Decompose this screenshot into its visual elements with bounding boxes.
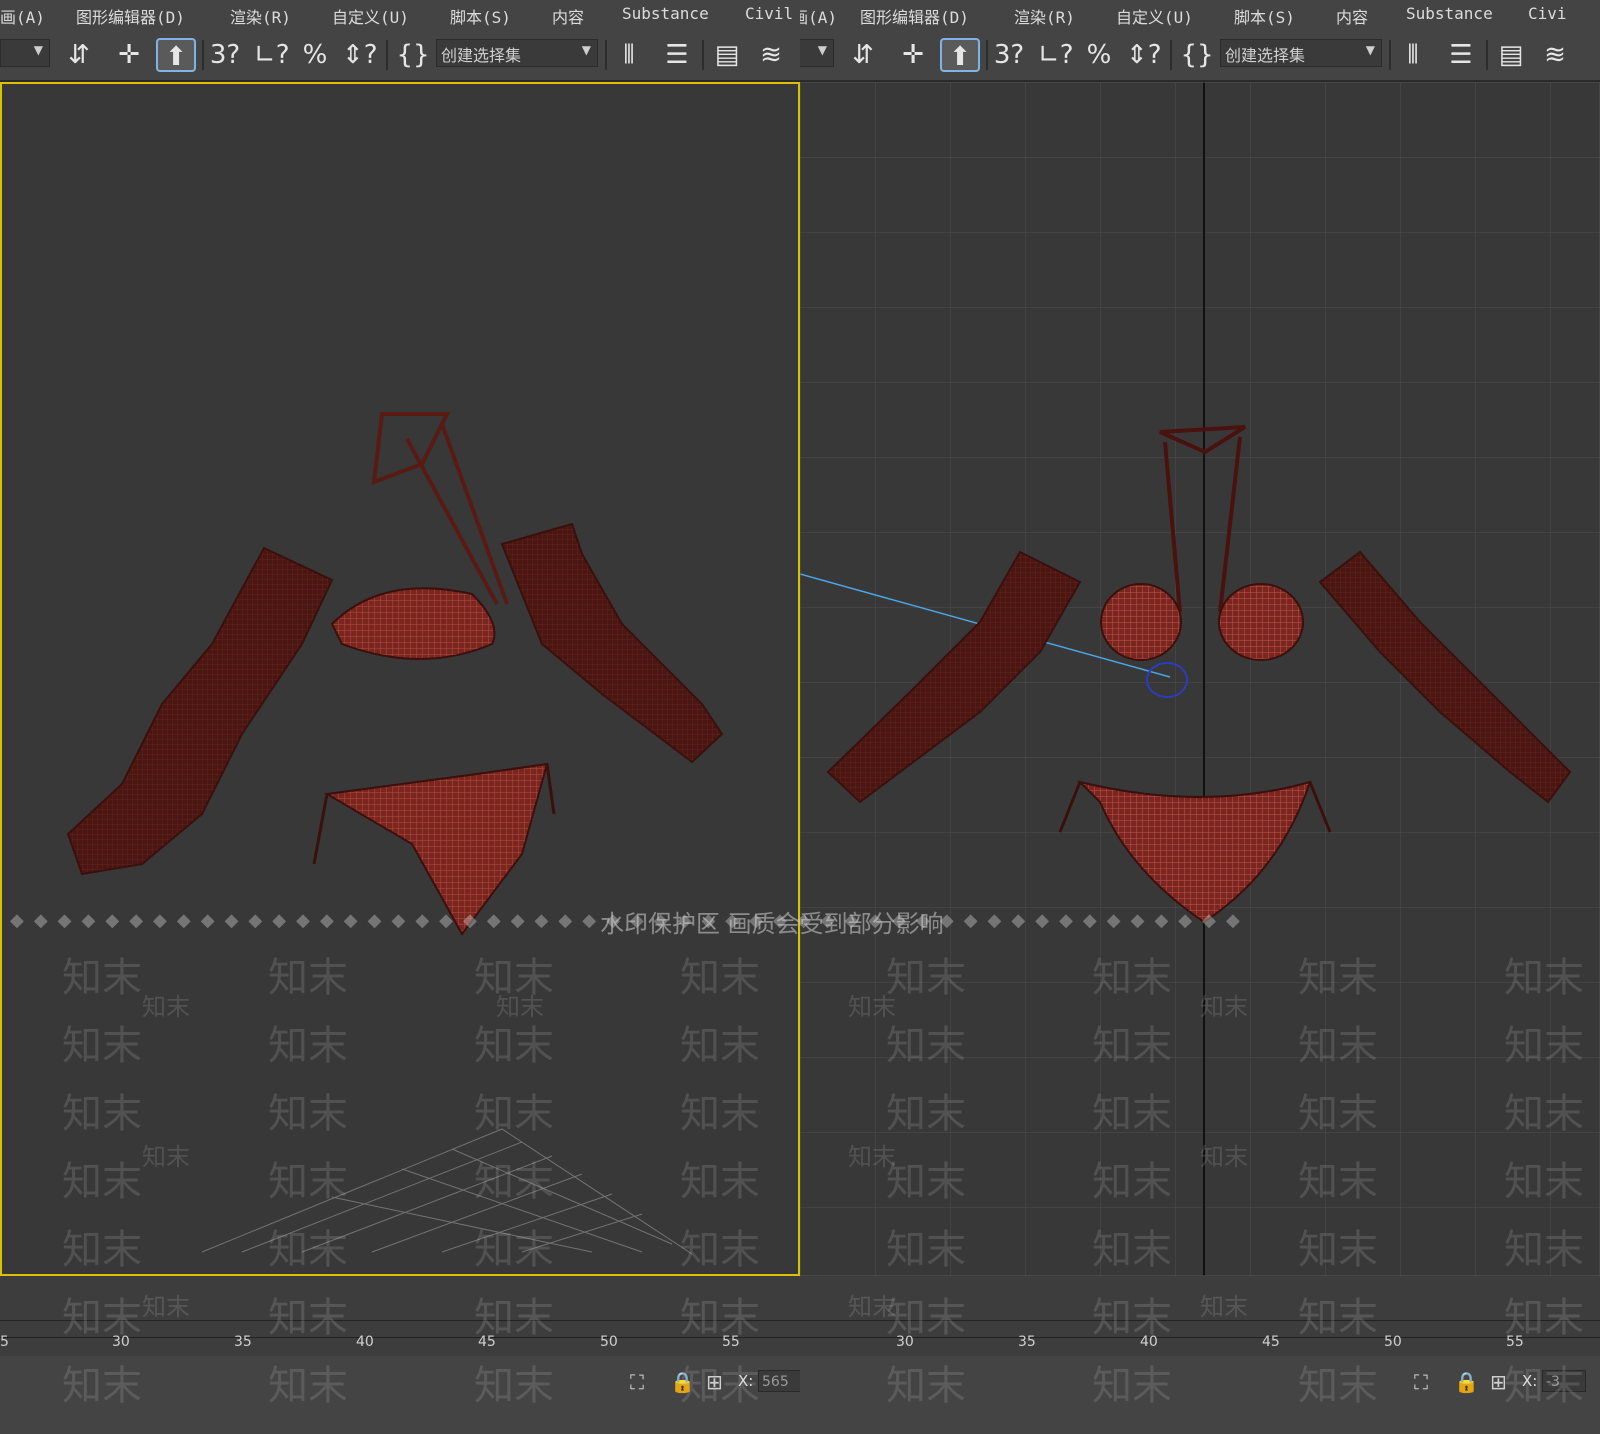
x-coord-label: X: bbox=[1522, 1372, 1538, 1390]
menu-graph-editors[interactable]: 图形编辑器(D) bbox=[860, 4, 969, 28]
menu-bar: 画(A) 图形编辑器(D) 渲染(R) 自定义(U) 脚本(S) 内容 Subs… bbox=[0, 0, 800, 31]
tick-label: 40 bbox=[356, 1334, 374, 1350]
absolute-mode-icon[interactable]: ⊞ bbox=[706, 1370, 723, 1394]
selection-set-dropdown[interactable]: 创建选择集 ▼ bbox=[436, 39, 598, 67]
sleeve-right-mesh[interactable] bbox=[500, 522, 724, 764]
timeline-track[interactable] bbox=[800, 1320, 1600, 1338]
absolute-mode-icon[interactable]: ⊞ bbox=[1490, 1370, 1507, 1394]
menu-substance[interactable]: Substance bbox=[622, 4, 709, 23]
status-bar: ⛶ 🔒 ⊞ X: -3 bbox=[800, 1356, 1600, 1434]
left-screen: 画(A) 图形编辑器(D) 渲染(R) 自定义(U) 脚本(S) 内容 Subs… bbox=[0, 0, 800, 1434]
bikini-top-mesh[interactable] bbox=[330, 587, 496, 660]
select-object-icon[interactable]: ⬆ bbox=[156, 38, 196, 72]
tick-label: 50 bbox=[1384, 1334, 1402, 1350]
menu-civil[interactable]: Civi bbox=[1528, 4, 1567, 23]
home-grid bbox=[201, 1128, 693, 1255]
align-icon[interactable]: ☰ bbox=[1444, 38, 1478, 72]
right-screen: Civil画(A) 图形编辑器(D) 渲染(R) 自定义(U) 脚本(S) 内容… bbox=[800, 0, 1600, 1434]
menu-content[interactable]: 内容 bbox=[1336, 4, 1368, 28]
angle-snap-icon[interactable]: ∟? bbox=[254, 38, 290, 72]
selection-set-value: 创建选择集 bbox=[1225, 46, 1306, 65]
tick-label: 35 bbox=[1018, 1334, 1036, 1350]
selection-set-value: 创建选择集 bbox=[441, 46, 522, 65]
menu-content[interactable]: 内容 bbox=[552, 4, 584, 28]
layer-explorer-icon[interactable]: ≋ bbox=[754, 38, 788, 72]
tick-label: 45 bbox=[1262, 1334, 1280, 1350]
menu-scripting[interactable]: 脚本(S) bbox=[450, 4, 511, 28]
layer-explorer-icon[interactable]: ≋ bbox=[1538, 38, 1572, 72]
bikini-bottom-mesh[interactable] bbox=[323, 762, 549, 936]
tick-label: 35 bbox=[234, 1334, 252, 1350]
tick-label: 40 bbox=[1140, 1334, 1158, 1350]
menu-civil[interactable]: Civil bbox=[745, 4, 793, 23]
status-bar: ⛶ 🔒 ⊞ X: 565 bbox=[0, 1356, 800, 1434]
sleeve-left-mesh[interactable] bbox=[66, 546, 334, 876]
reference-dropdown[interactable]: ▼ bbox=[800, 39, 834, 67]
menu-animation[interactable]: 画(A) bbox=[0, 4, 45, 28]
percent-snap-icon[interactable]: % bbox=[1082, 38, 1116, 72]
selection-set-dropdown[interactable]: 创建选择集 ▼ bbox=[1220, 39, 1382, 67]
tick-label: 5 bbox=[0, 1334, 9, 1350]
named-selection-icon[interactable]: {} bbox=[396, 38, 430, 72]
menu-customize[interactable]: 自定义(U) bbox=[1116, 4, 1193, 28]
time-slider[interactable]: 5 30 35 40 45 50 55 bbox=[800, 1276, 1600, 1356]
percent-snap-icon[interactable]: % bbox=[298, 38, 332, 72]
time-slider[interactable]: 5 30 35 40 45 50 55 bbox=[0, 1276, 800, 1356]
lock-icon[interactable]: 🔒 bbox=[670, 1370, 695, 1394]
menu-bar: Civil画(A) 图形编辑器(D) 渲染(R) 自定义(U) 脚本(S) 内容… bbox=[800, 0, 1600, 31]
select-object-icon[interactable]: ⬆ bbox=[940, 38, 980, 72]
spinner-snap-icon[interactable]: ⇕? bbox=[1126, 38, 1162, 72]
viewport-canvas bbox=[800, 82, 1600, 1276]
reference-dropdown[interactable]: ▼ bbox=[0, 39, 50, 67]
move-icon[interactable]: ✛ bbox=[896, 38, 930, 72]
isolate-icon[interactable]: ⛶ bbox=[630, 1370, 644, 1394]
select-and-link-icon[interactable]: ⇵ bbox=[62, 38, 96, 72]
mirror-icon[interactable]: ⫴ bbox=[612, 38, 646, 72]
snap-3d-icon[interactable]: 3? bbox=[992, 38, 1026, 72]
tick-label: 30 bbox=[896, 1334, 914, 1350]
isolate-icon[interactable]: ⛶ bbox=[1414, 1370, 1428, 1394]
cup-left-mesh[interactable] bbox=[1100, 583, 1182, 661]
menu-animation[interactable]: Civil画(A) bbox=[800, 4, 837, 28]
tick-label: 50 bbox=[600, 1334, 618, 1350]
x-coord-field[interactable]: -3 bbox=[1542, 1370, 1586, 1392]
front-viewport[interactable] bbox=[800, 82, 1600, 1276]
menu-rendering[interactable]: 渲染(R) bbox=[230, 4, 291, 28]
lock-icon[interactable]: 🔒 bbox=[1454, 1370, 1479, 1394]
halter-straps[interactable] bbox=[371, 412, 509, 605]
tick-label: 30 bbox=[112, 1334, 130, 1350]
x-coord-field[interactable]: 565 bbox=[758, 1370, 800, 1392]
menu-substance[interactable]: Substance bbox=[1406, 4, 1493, 23]
viewport-grid bbox=[800, 82, 1600, 1276]
scene-explorer-icon[interactable]: ▤ bbox=[710, 38, 744, 72]
main-toolbar: ▼ ⇵ ✛ ⬆ 3? ∟? % ⇕? {} 创建选择集 ▼ ⫴ ☰ ▤ ≋ bbox=[800, 30, 1600, 82]
x-coord-label: X: bbox=[738, 1372, 754, 1390]
menu-customize[interactable]: 自定义(U) bbox=[332, 4, 409, 28]
tick-label: 55 bbox=[722, 1334, 740, 1350]
menu-graph-editors[interactable]: 图形编辑器(D) bbox=[76, 4, 185, 28]
cup-right-mesh[interactable] bbox=[1218, 583, 1304, 661]
menu-scripting[interactable]: 脚本(S) bbox=[1234, 4, 1295, 28]
tick-label: 55 bbox=[1506, 1334, 1524, 1350]
mirror-icon[interactable]: ⫴ bbox=[1396, 38, 1430, 72]
spinner-snap-icon[interactable]: ⇕? bbox=[342, 38, 378, 72]
main-toolbar: ▼ ⇵ ✛ ⬆ 3? ∟? % ⇕? {} 创建选择集 ▼ ⫴ ☰ ▤ ≋ bbox=[0, 30, 800, 82]
named-selection-icon[interactable]: {} bbox=[1180, 38, 1214, 72]
select-and-link-icon[interactable]: ⇵ bbox=[846, 38, 880, 72]
tick-label: 45 bbox=[478, 1334, 496, 1350]
viewport-canvas bbox=[66, 412, 724, 1255]
perspective-viewport[interactable] bbox=[0, 82, 800, 1276]
angle-snap-icon[interactable]: ∟? bbox=[1038, 38, 1074, 72]
align-icon[interactable]: ☰ bbox=[660, 38, 694, 72]
menu-rendering[interactable]: 渲染(R) bbox=[1014, 4, 1075, 28]
move-icon[interactable]: ✛ bbox=[112, 38, 146, 72]
scene-explorer-icon[interactable]: ▤ bbox=[1494, 38, 1528, 72]
snap-3d-icon[interactable]: 3? bbox=[208, 38, 242, 72]
